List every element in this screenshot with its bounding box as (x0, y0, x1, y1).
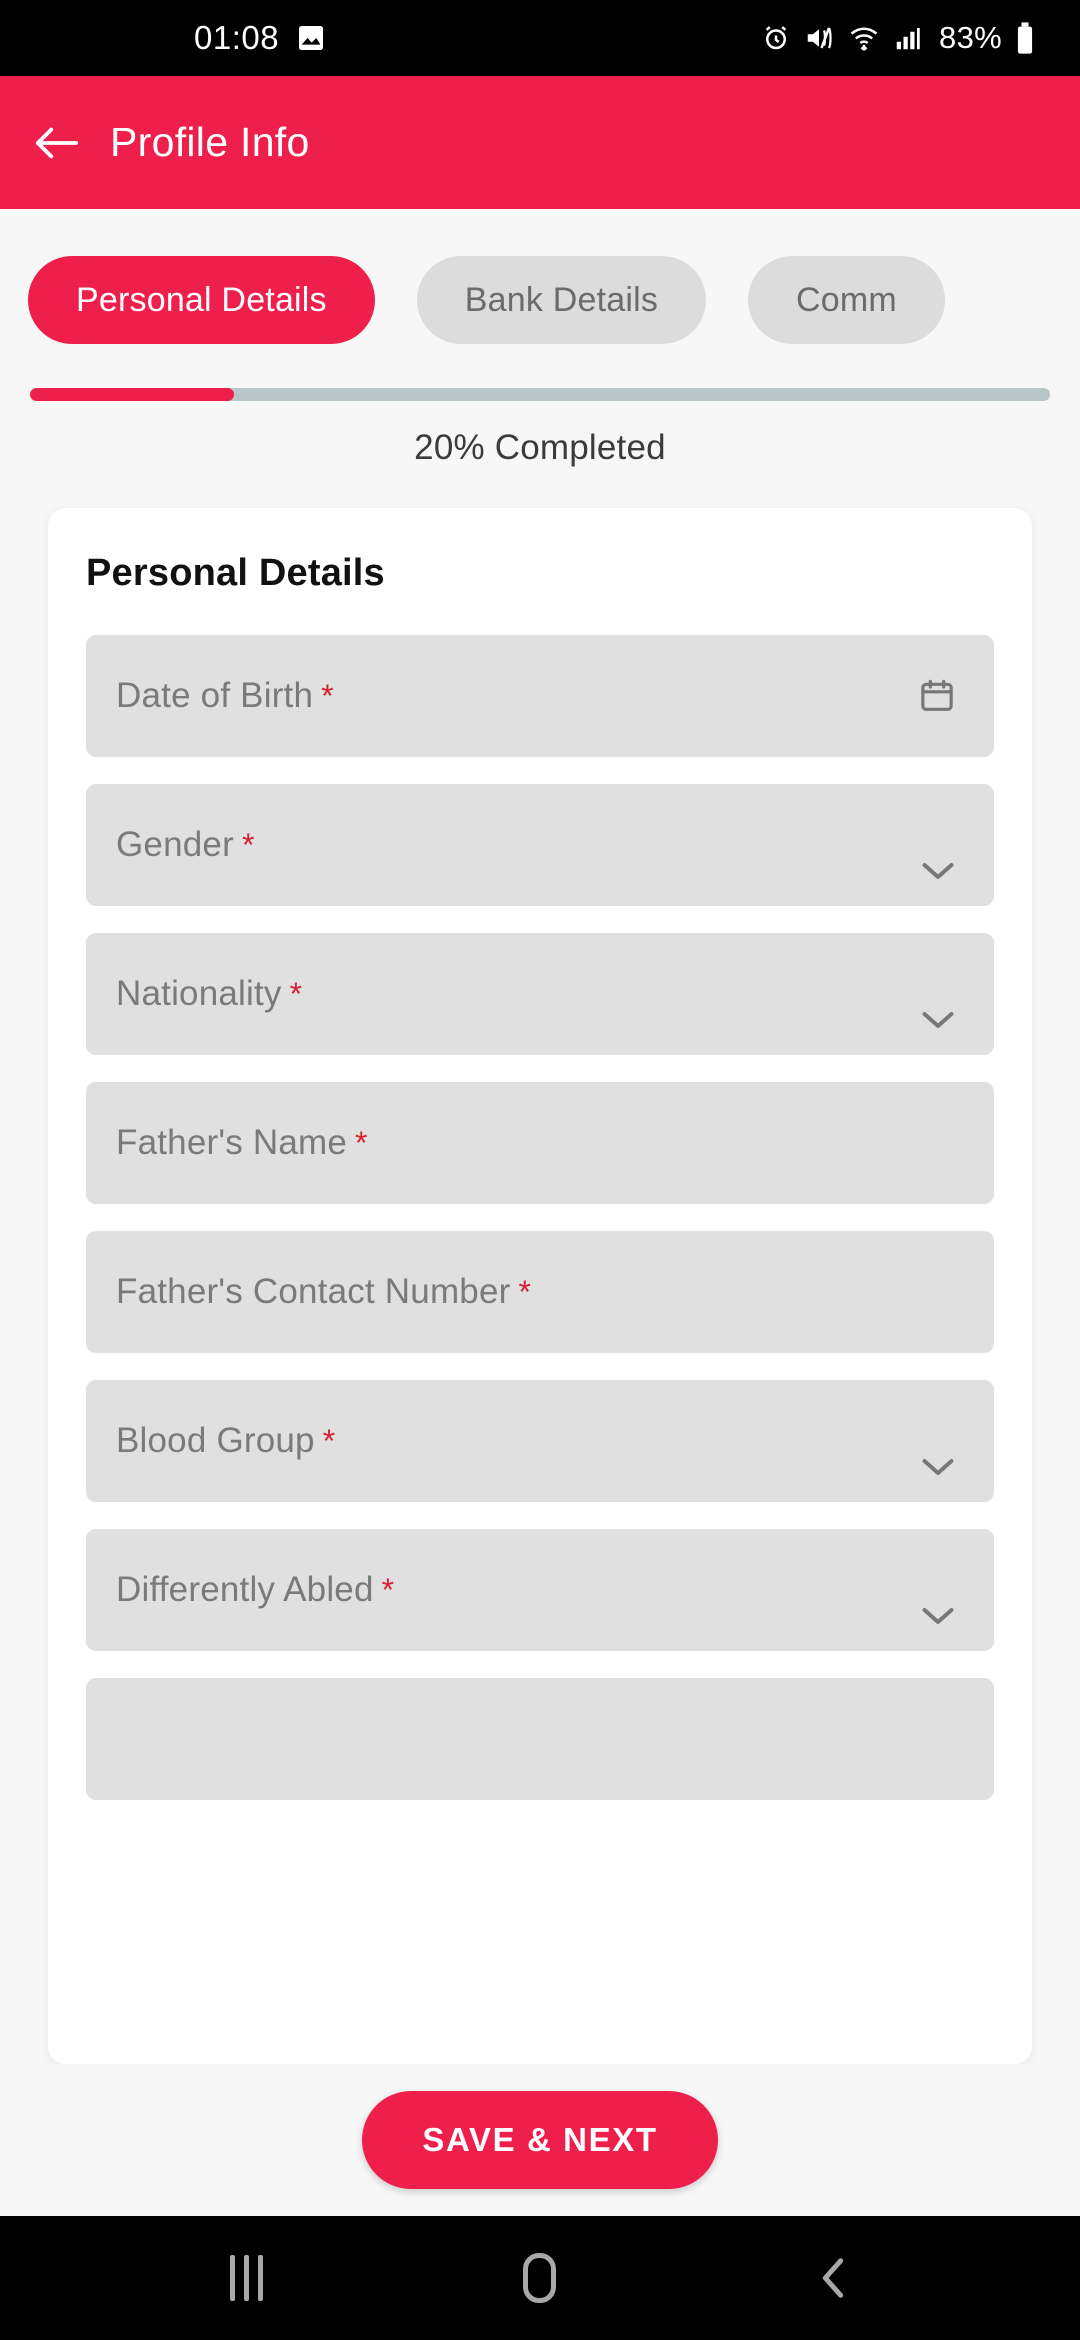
status-bar: 01:08 83% (0, 0, 1080, 76)
required-asterisk: * (241, 826, 255, 863)
recents-icon[interactable] (192, 2223, 302, 2333)
field-blood-group[interactable]: Blood Group * (86, 1380, 994, 1502)
home-icon[interactable] (485, 2223, 595, 2333)
chevron-down-icon[interactable] (918, 1454, 958, 1480)
status-bar-right: 83% (761, 20, 1036, 56)
field-fathers-contact-number[interactable]: Father's Contact Number * (86, 1231, 994, 1353)
save-and-next-button[interactable]: SAVE & NEXT (362, 2091, 718, 2189)
arrow-left-icon[interactable] (34, 120, 80, 166)
field-differently-abled[interactable]: Differently Abled * (86, 1529, 994, 1651)
tab-label: Bank Details (464, 280, 659, 319)
required-asterisk: * (355, 1124, 368, 1161)
image-icon (295, 22, 327, 54)
app-bar: Profile Info (0, 76, 1080, 209)
personal-details-card: Personal Details Date of Birth * Gender … (48, 508, 1032, 2064)
tab-label: Comm (796, 280, 897, 319)
back-chevron-icon[interactable] (778, 2223, 888, 2333)
phone-screen: 01:08 83% Profile Info Personal Details … (0, 0, 1080, 2340)
vibrate-mute-icon (803, 23, 835, 53)
tab-personal-details[interactable]: Personal Details (28, 256, 375, 344)
content-area: Personal Details Bank Details Comm 20% C… (0, 209, 1080, 2216)
field-nationality[interactable]: Nationality * (86, 933, 994, 1055)
tab-bank-details[interactable]: Bank Details (416, 256, 707, 344)
field-label: Father's Contact Number (116, 1272, 511, 1311)
chevron-down-icon[interactable] (918, 1007, 958, 1033)
signal-icon (893, 23, 923, 53)
bottom-action-bar: SAVE & NEXT (0, 2064, 1080, 2216)
field-label: Differently Abled (116, 1570, 374, 1609)
progress-section: 20% Completed (0, 344, 1080, 468)
field-label: Date of Birth (116, 676, 314, 715)
page-title: Profile Info (110, 119, 310, 165)
field-date-of-birth[interactable]: Date of Birth * (86, 635, 994, 757)
card-title: Personal Details (86, 552, 385, 594)
form-scroll-container[interactable]: Personal Details Date of Birth * Gender … (0, 468, 1080, 2064)
field-label: Nationality (116, 974, 282, 1013)
chevron-down-icon[interactable] (918, 858, 958, 884)
tab-label: Personal Details (76, 280, 327, 319)
calendar-icon[interactable] (910, 669, 964, 723)
progress-bar (30, 388, 1050, 401)
field-label: Blood Group (116, 1421, 315, 1460)
chevron-down-icon[interactable] (918, 1603, 958, 1629)
status-bar-left: 01:08 (194, 19, 327, 57)
progress-label: 20% Completed (414, 428, 666, 467)
battery-icon (1014, 21, 1036, 55)
android-navigation-bar (0, 2216, 1080, 2340)
field-label: Father's Name (116, 1123, 348, 1162)
required-asterisk: * (381, 1571, 395, 1608)
tab-communication-details[interactable]: Comm (748, 256, 945, 344)
field-label: Gender (116, 825, 234, 864)
field-partial-next[interactable] (86, 1678, 994, 1800)
field-gender[interactable]: Gender * (86, 784, 994, 906)
field-fathers-name[interactable]: Father's Name * (86, 1082, 994, 1204)
required-asterisk: * (289, 975, 303, 1012)
battery-percent-label: 83% (939, 20, 1002, 55)
alarm-icon (761, 23, 791, 53)
wifi-icon (847, 23, 881, 53)
required-asterisk: * (321, 677, 334, 714)
progress-bar-fill (30, 388, 234, 401)
required-asterisk: * (518, 1273, 531, 1310)
status-time: 01:08 (194, 19, 280, 56)
tab-bar[interactable]: Personal Details Bank Details Comm (0, 209, 1080, 344)
required-asterisk: * (322, 1422, 336, 1459)
